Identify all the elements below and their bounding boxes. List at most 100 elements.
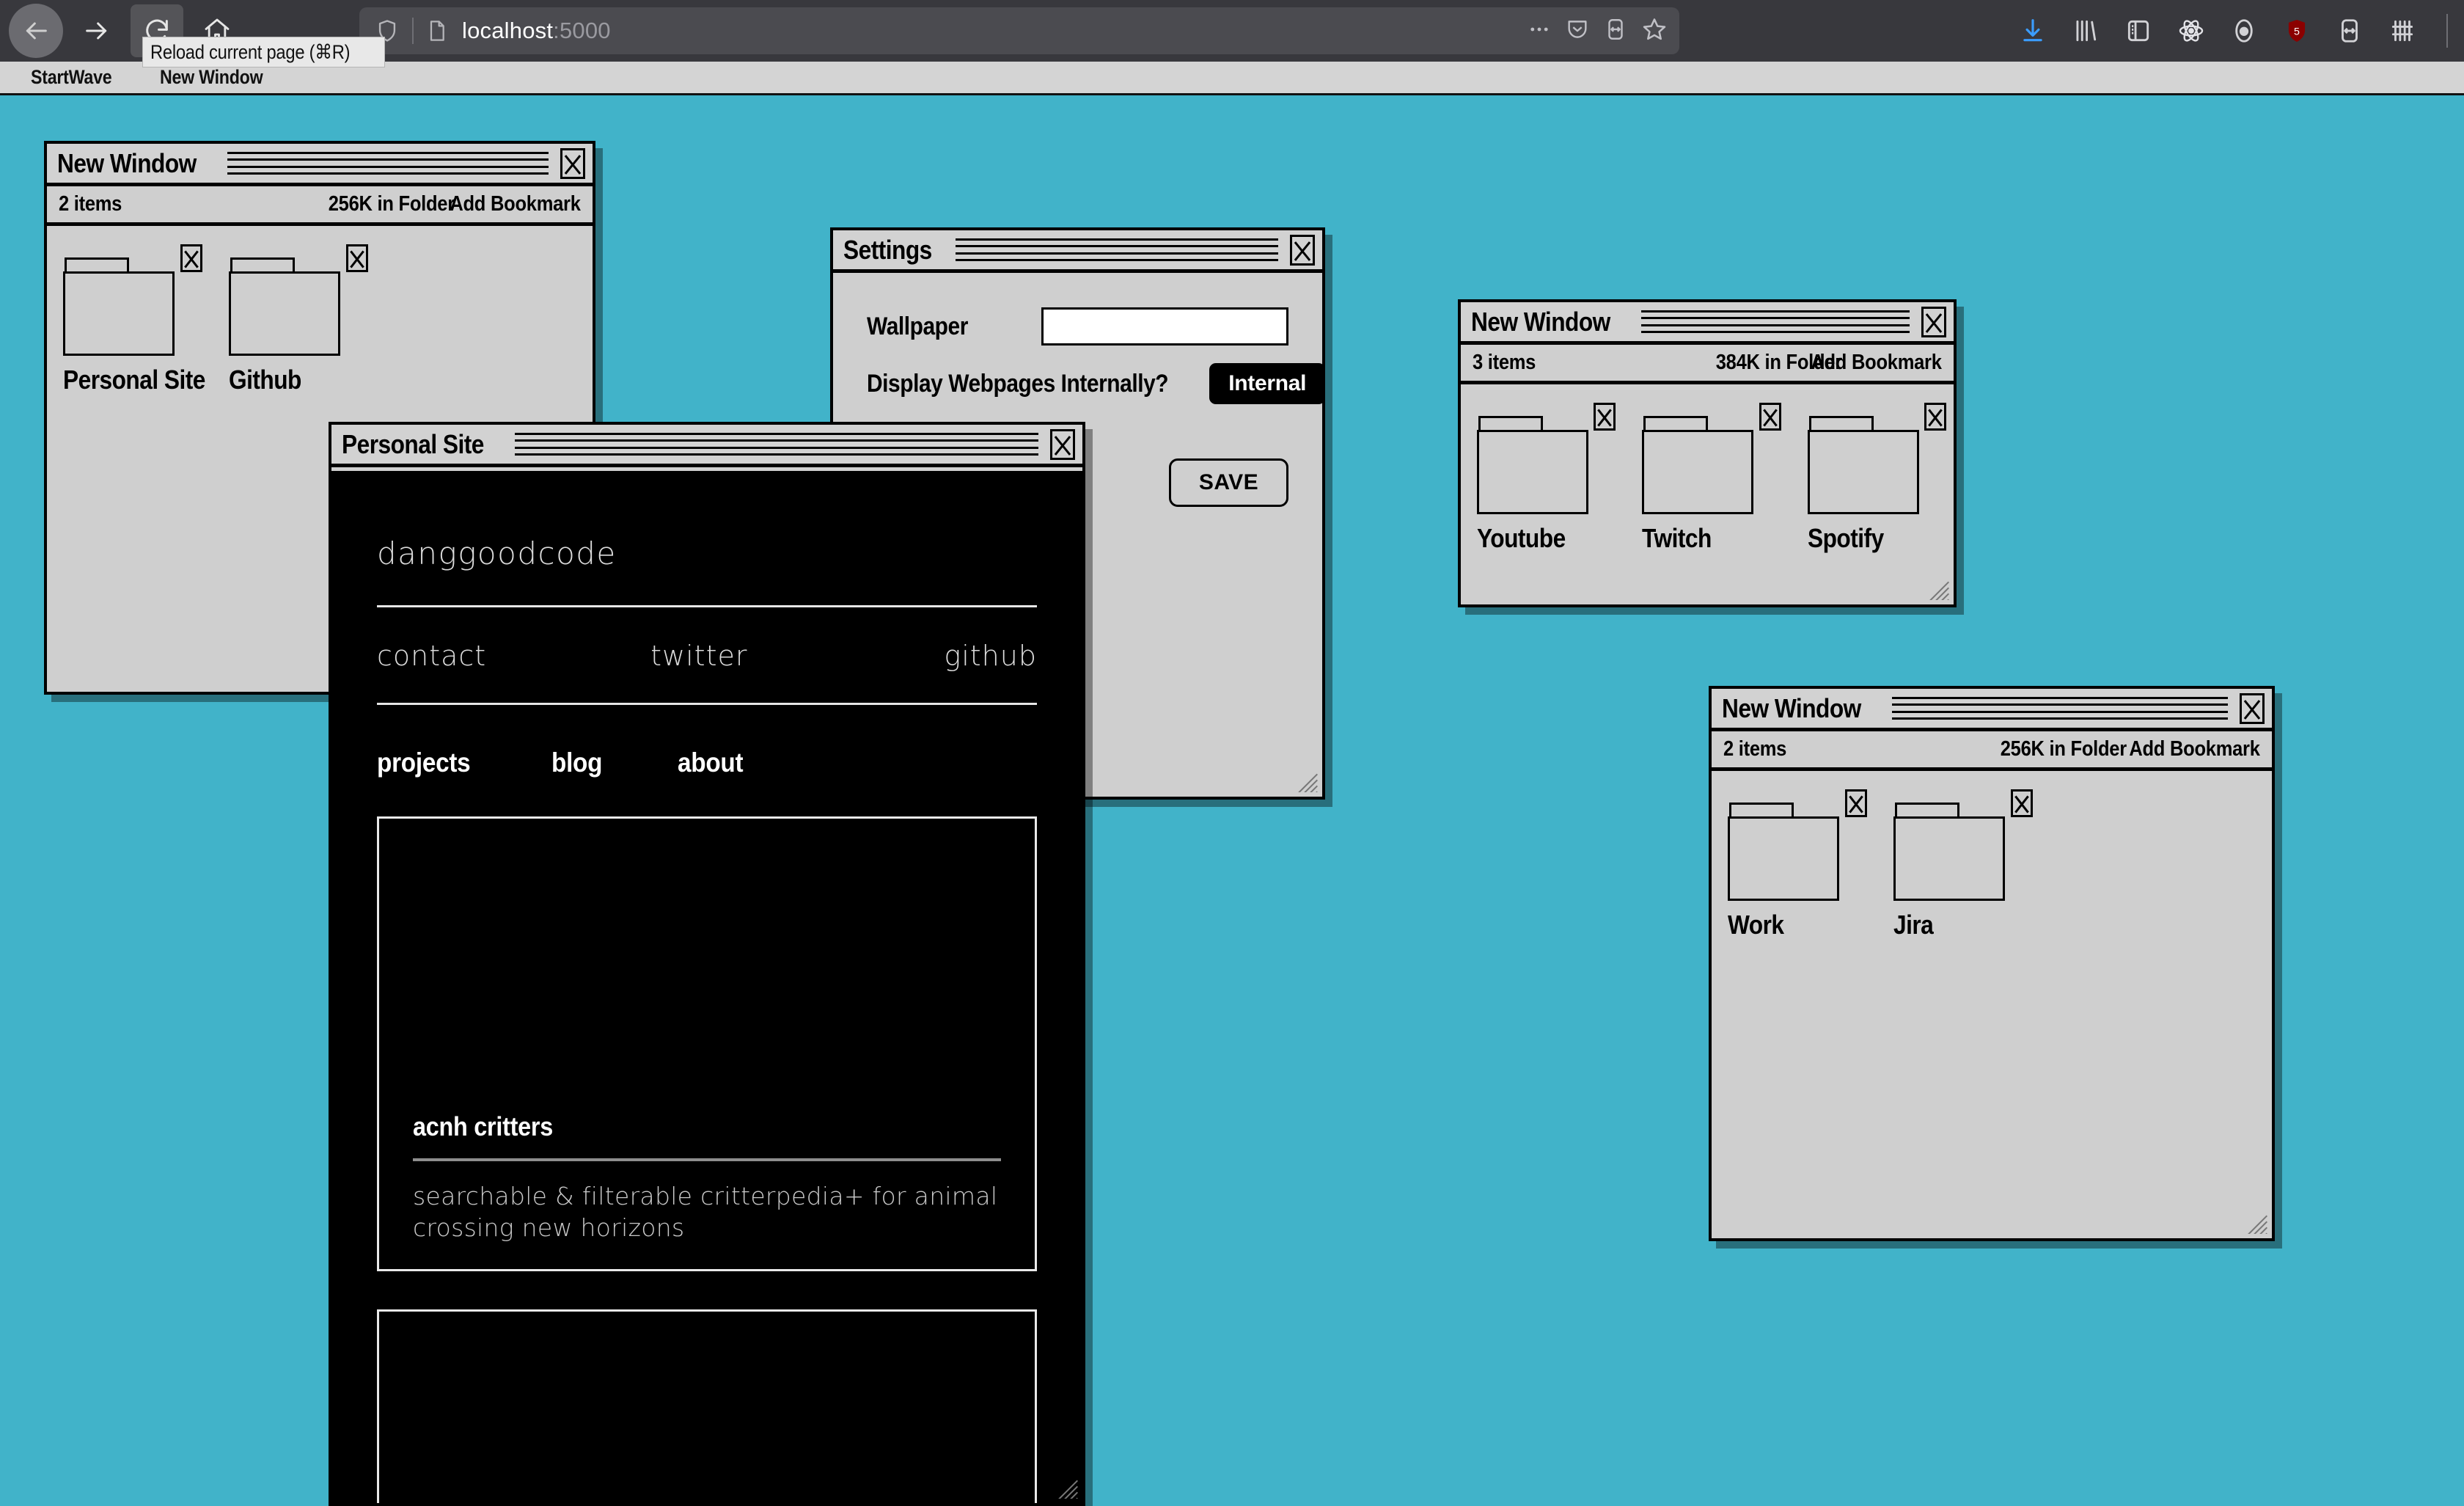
back-button[interactable] [9,4,63,58]
wallpaper-setting-row: Wallpaper [867,307,1288,346]
window-titlebar[interactable]: New Window [47,144,593,186]
add-bookmark-button[interactable]: Add Bookmark [450,192,582,216]
react-devtools-icon[interactable] [2175,15,2207,47]
browser-toolbar-icons: 5 [2017,0,2464,62]
bookmark-startwave[interactable]: StartWave [31,66,112,89]
internal-toggle-button[interactable]: Internal [1209,363,1326,404]
ublock-icon[interactable]: 5 [2281,15,2313,47]
page-link-projects[interactable]: projects [377,747,471,778]
forward-button[interactable] [70,4,123,57]
items-count: 2 items [59,192,122,216]
titlebar-stripes [1891,695,2228,722]
remove-bookmark-icon[interactable] [1924,403,1946,431]
window-title: New Window [1722,692,1861,723]
ellipsis-icon[interactable] [1527,17,1552,45]
folder-label: Spotify [1807,523,1884,553]
remove-bookmark-icon[interactable] [346,244,368,272]
items-count: 3 items [1473,351,1536,374]
folder-grid: Youtube Twitch Spotify [1461,388,1954,604]
pocket-icon[interactable] [1565,17,1590,45]
window-titlebar[interactable]: New Window [1712,689,2272,731]
account-icon[interactable] [2228,15,2260,47]
window-titlebar[interactable]: Settings [833,230,1322,273]
titlebar-stripes [515,431,1038,458]
window-infobar: 2 items 256K in Folder Add Bookmark [1712,731,2272,771]
folder-size: 256K in Folder [328,192,455,216]
social-link-twitter[interactable]: twitter [650,640,747,672]
folder-item[interactable]: Twitch [1642,403,1788,554]
resize-handle[interactable] [1053,1474,1078,1499]
folder-icon-body [229,271,340,356]
remove-bookmark-icon[interactable] [2011,789,2033,817]
reload-tooltip-text: Reload current page (⌘R) [150,40,351,63]
folder-item[interactable]: Work [1728,789,1874,940]
personal-site-content: danggoodcode contact twitter github proj… [331,471,1082,1503]
container-icon[interactable] [1603,17,1628,45]
close-icon[interactable] [1290,234,1315,266]
sidebar-icon[interactable] [2122,15,2155,47]
page-link-blog[interactable]: blog [551,747,602,778]
url-host: localhost [462,18,554,43]
folder-icon-body [1642,430,1754,514]
folder-label: Twitch [1642,523,1712,553]
project-card[interactable]: acnh critters searchable & filterable cr… [377,816,1037,1271]
library-icon[interactable] [2069,15,2102,47]
remove-bookmark-icon[interactable] [1845,789,1867,817]
social-link-contact[interactable]: contact [377,640,486,672]
folder-icon-body [63,271,175,356]
page-icon [424,19,450,43]
reload-tooltip: Reload current page (⌘R) [142,37,386,67]
titlebar-stripes [227,150,549,177]
resize-handle[interactable] [1924,575,1949,600]
add-bookmark-button[interactable]: Add Bookmark [1811,351,1943,375]
window-bookmarks-3[interactable]: New Window 2 items 256K in Folder Add Bo… [1709,686,2275,1241]
wallpaper-input[interactable] [1041,307,1288,346]
grid-icon[interactable] [2386,15,2419,47]
bookmark-new-window[interactable]: New Window [160,66,263,89]
remove-bookmark-icon[interactable] [1594,403,1616,431]
folder-item[interactable]: Personal Site [63,244,210,395]
add-bookmark-button[interactable]: Add Bookmark [2130,737,2261,761]
folder-item[interactable]: Spotify [1807,403,1954,554]
container-tabs-icon[interactable] [2333,15,2366,47]
svg-text:5: 5 [2294,26,2300,38]
folder-label: Youtube [1477,523,1566,553]
page-link-about[interactable]: about [678,747,744,778]
window-titlebar[interactable]: New Window [1461,302,1954,345]
project-description: searchable & filterable critterpedia+ fo… [413,1181,998,1243]
folder-grid: Work Jira [1712,775,2272,1238]
items-count: 2 items [1723,737,1787,761]
save-button[interactable]: SAVE [1168,458,1288,507]
star-icon[interactable] [1641,16,1668,46]
project-title: acnh critters [413,1111,553,1141]
window-title: Settings [843,234,932,265]
remove-bookmark-icon[interactable] [180,244,202,272]
folder-item[interactable]: Github [229,244,375,395]
folder-item[interactable]: Jira [1893,789,2040,940]
url-actions [1527,7,1668,54]
social-link-github[interactable]: github [944,640,1037,672]
window-infobar: 2 items 256K in Folder Add Bookmark [47,186,593,226]
close-icon[interactable] [1921,306,1946,337]
resize-handle[interactable] [2243,1209,2267,1234]
downloads-icon[interactable] [2017,15,2049,47]
close-icon[interactable] [1050,428,1075,460]
url-text: localhost:5000 [462,18,611,44]
window-personal-site[interactable]: Personal Site danggoodcode contact twitt… [329,422,1085,1506]
folder-item[interactable]: Youtube [1477,403,1623,554]
startwave-desktop[interactable]: New Window 2 items 256K in Folder Add Bo… [0,95,2464,1506]
display-webpages-label: Display Webpages Internally? [867,369,1169,398]
folder-label: Personal Site [63,365,205,395]
window-titlebar[interactable]: Personal Site [331,425,1082,467]
close-icon[interactable] [560,147,585,179]
window-title: New Window [57,147,197,178]
display-webpages-setting-row: Display Webpages Internally? Internal [867,363,1326,404]
site-brand: danggoodcode [377,535,617,571]
close-icon[interactable] [2240,692,2265,724]
wallpaper-label: Wallpaper [867,312,968,340]
remove-bookmark-icon[interactable] [1759,403,1781,431]
resize-handle[interactable] [1293,767,1318,792]
project-card[interactable]: ossus dynamically create static and serv… [377,1309,1037,1503]
url-bar[interactable]: localhost:5000 [359,7,1679,54]
window-bookmarks-2[interactable]: New Window 3 items 384K in Folder Add Bo… [1458,299,1957,607]
